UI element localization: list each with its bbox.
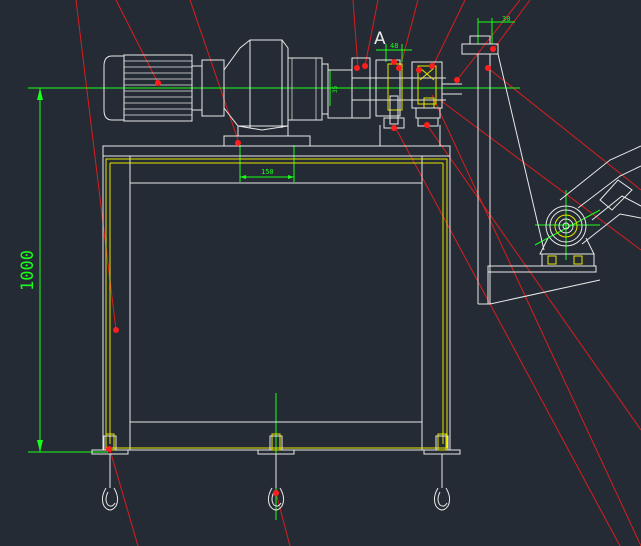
- side-arm: [461, 35, 601, 305]
- hook-left: [91, 433, 129, 511]
- pulley: [539, 145, 641, 255]
- marker-points: [106, 46, 496, 496]
- dimension-small-b: 35: [332, 85, 339, 93]
- gear-reducer: [223, 39, 329, 147]
- dimension-top-offset: 30: [502, 15, 510, 23]
- cad-drawing-canvas: 1000 150 30 48 35 A: [18, 0, 641, 546]
- dimension-base-width: 150: [261, 168, 274, 176]
- section-label: A: [374, 29, 386, 49]
- dimension-overall-height: 1000: [18, 250, 38, 291]
- drive-shaft: [327, 57, 462, 146]
- dimension-small-a: 48: [390, 42, 398, 50]
- hook-right: [423, 433, 461, 511]
